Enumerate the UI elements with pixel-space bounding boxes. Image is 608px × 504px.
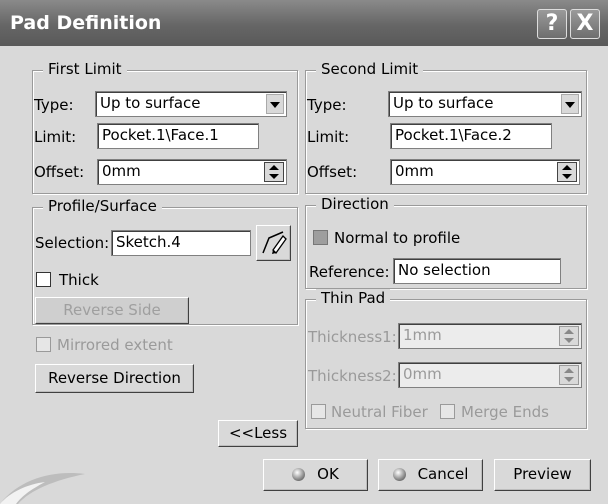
first-type-value: Up to surface — [100, 94, 201, 112]
direction-legend: Direction — [316, 195, 394, 213]
close-icon[interactable]: X — [570, 9, 600, 39]
thickness2-value: 0mm — [403, 365, 442, 383]
merge-ends-label: Merge Ends — [461, 403, 549, 421]
ok-button[interactable]: OK — [263, 459, 368, 491]
first-offset-value: 0mm — [102, 162, 141, 180]
thick-label: Thick — [59, 271, 99, 289]
sketcher-button[interactable] — [256, 225, 291, 261]
mirrored-extent-checkbox[interactable] — [36, 337, 51, 352]
spinner-icon[interactable] — [559, 326, 579, 346]
second-offset-field[interactable]: 0mm — [390, 159, 580, 185]
decorative-swoosh — [0, 473, 85, 504]
second-offset-label: Offset: — [307, 163, 358, 181]
first-offset-label: Offset: — [34, 163, 85, 181]
second-type-value: Up to surface — [393, 94, 494, 112]
spinner-icon[interactable] — [559, 365, 579, 385]
reference-field[interactable]: No selection — [393, 258, 561, 284]
cancel-label: Cancel — [417, 465, 469, 483]
reference-label: Reference: — [309, 263, 390, 281]
cancel-button[interactable]: Cancel — [378, 459, 483, 491]
merge-ends-checkbox[interactable] — [440, 404, 455, 419]
normal-to-profile-checkbox[interactable] — [313, 230, 328, 245]
help-icon[interactable]: ? — [537, 9, 567, 39]
dialog-title: Pad Definition — [10, 12, 162, 34]
first-offset-field[interactable]: 0mm — [97, 159, 287, 185]
second-type-select[interactable]: Up to surface — [388, 91, 582, 117]
second-type-label: Type: — [307, 96, 347, 114]
thin-pad-legend: Thin Pad — [316, 289, 391, 307]
offset-spinner-icon[interactable] — [557, 162, 577, 182]
selection-field[interactable]: Sketch.4 — [111, 230, 251, 256]
ok-label: OK — [317, 465, 339, 483]
pad-definition-dialog: Pad Definition ? X First Limit Type: Up … — [0, 0, 608, 504]
cancel-led-icon — [392, 468, 406, 481]
first-limit-legend: First Limit — [43, 60, 127, 78]
first-limit-label: Limit: — [34, 128, 77, 146]
neutral-fiber-label: Neutral Fiber — [331, 403, 428, 421]
thickness1-value: 1mm — [403, 326, 442, 344]
title-bar[interactable]: Pad Definition ? X — [0, 0, 608, 46]
first-limit-field[interactable]: Pocket.1\Face.1 — [97, 123, 259, 149]
second-limit-label: Limit: — [307, 128, 350, 146]
normal-to-profile-label: Normal to profile — [334, 229, 461, 247]
mirrored-extent-label: Mirrored extent — [57, 336, 173, 354]
neutral-fiber-checkbox[interactable] — [311, 404, 326, 419]
thick-checkbox[interactable] — [36, 272, 51, 287]
first-type-select[interactable]: Up to surface — [95, 91, 287, 117]
offset-spinner-icon[interactable] — [264, 162, 284, 182]
reverse-side-button[interactable]: Reverse Side — [35, 297, 189, 324]
thickness1-label: Thickness1: — [308, 328, 397, 346]
profile-legend: Profile/Surface — [43, 197, 162, 215]
preview-button[interactable]: Preview — [494, 459, 591, 491]
thickness2-field[interactable]: 0mm — [398, 362, 582, 388]
chevron-down-icon[interactable] — [266, 94, 284, 114]
first-type-label: Type: — [34, 96, 74, 114]
thickness2-label: Thickness2: — [308, 367, 397, 385]
sketch-pen-icon — [261, 231, 287, 255]
reverse-direction-button[interactable]: Reverse Direction — [35, 364, 194, 393]
thickness1-field[interactable]: 1mm — [398, 323, 582, 349]
second-limit-legend: Second Limit — [316, 60, 424, 78]
less-button[interactable]: <<Less — [218, 420, 298, 447]
selection-label: Selection: — [35, 234, 110, 252]
chevron-down-icon[interactable] — [561, 94, 579, 114]
second-offset-value: 0mm — [395, 162, 434, 180]
second-limit-field[interactable]: Pocket.1\Face.2 — [390, 123, 552, 149]
ok-led-icon — [292, 468, 306, 481]
